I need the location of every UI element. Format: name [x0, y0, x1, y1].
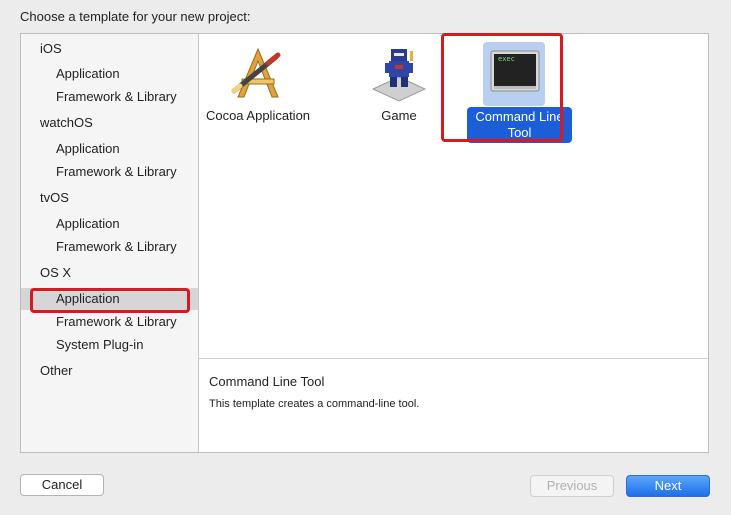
template-grid: Cocoa Application Game exec Command Line…: [199, 34, 708, 358]
sidebar-item-ios-application[interactable]: Application: [21, 63, 198, 85]
cancel-button[interactable]: Cancel: [20, 474, 104, 496]
sidebar-item-osx-system-plugin[interactable]: System Plug-in: [21, 334, 198, 356]
sidebar-item-watchos-application[interactable]: Application: [21, 138, 198, 160]
sidebar-item-tvos-application[interactable]: Application: [21, 213, 198, 235]
sidebar-item-osx-framework[interactable]: Framework & Library: [21, 311, 198, 333]
description-divider: [199, 358, 708, 359]
template-label: Cocoa Application: [205, 108, 311, 123]
sidebar-item-osx[interactable]: OS X: [21, 262, 198, 284]
sidebar-item-tvos-framework[interactable]: Framework & Library: [21, 236, 198, 258]
sidebar-item-ios[interactable]: iOS: [21, 38, 198, 60]
terminal-icon-text: exec: [498, 55, 515, 63]
template-cocoa-application[interactable]: Cocoa Application: [198, 39, 318, 149]
template-label: Game: [381, 108, 417, 123]
dialog-heading: Choose a template for your new project:: [20, 9, 251, 24]
previous-button[interactable]: Previous: [530, 475, 614, 497]
template-game[interactable]: Game: [339, 39, 459, 149]
template-chooser: iOS Application Framework & Library watc…: [20, 33, 709, 453]
cocoa-app-icon: [228, 43, 288, 103]
category-sidebar: iOS Application Framework & Library watc…: [21, 34, 199, 452]
sidebar-item-ios-framework[interactable]: Framework & Library: [21, 86, 198, 108]
sidebar-item-tvos[interactable]: tvOS: [21, 187, 198, 209]
description-text: This template creates a command-line too…: [209, 398, 420, 410]
sidebar-item-osx-application[interactable]: Application: [21, 288, 198, 310]
template-label: Command Line Tool: [467, 107, 572, 143]
sidebar-item-watchos[interactable]: watchOS: [21, 112, 198, 134]
next-button[interactable]: Next: [626, 475, 710, 497]
game-icon: [369, 43, 429, 103]
sidebar-item-watchos-framework[interactable]: Framework & Library: [21, 161, 198, 183]
sidebar-item-other[interactable]: Other: [21, 360, 198, 382]
terminal-icon: exec: [489, 45, 541, 103]
template-command-line-tool[interactable]: exec Command Line Tool: [458, 39, 578, 149]
description-title: Command Line Tool: [209, 374, 325, 389]
